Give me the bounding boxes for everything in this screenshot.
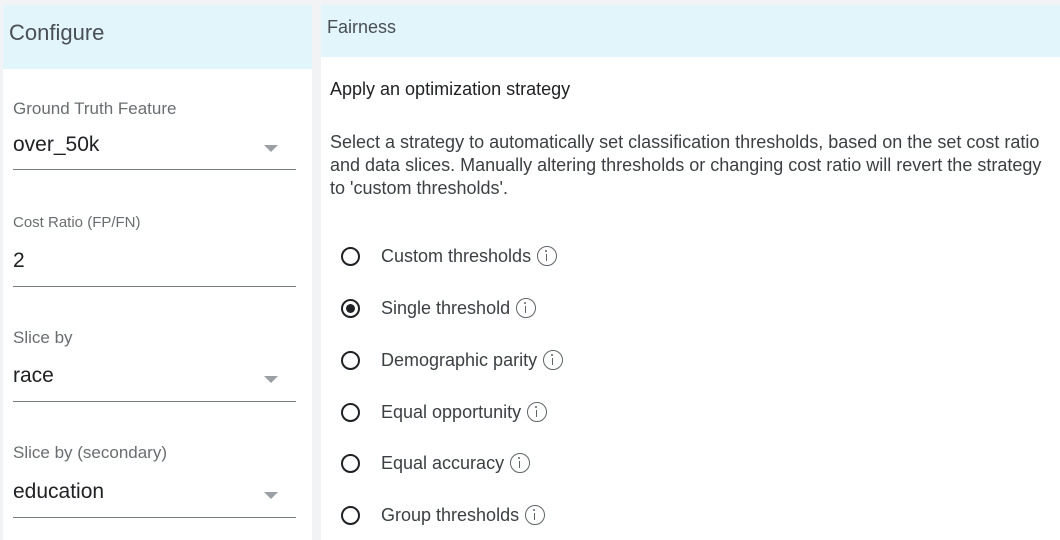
ground-truth-feature-value: over_50k (13, 133, 100, 156)
slice-by-secondary-underline (13, 517, 296, 518)
cost-ratio-field[interactable]: Cost Ratio (FP/FN) 2 (13, 210, 296, 300)
strategy-option[interactable]: Equal opportunity (341, 397, 548, 427)
info-icon[interactable] (527, 402, 548, 422)
radio-unchecked-icon[interactable] (341, 350, 360, 370)
slice-by-secondary-label: Slice by (secondary) (13, 443, 168, 462)
ground-truth-feature-underline (13, 169, 296, 170)
slice-by-underline (13, 401, 296, 402)
info-icon[interactable] (516, 298, 537, 318)
info-icon[interactable] (537, 246, 558, 266)
chevron-down-icon[interactable] (264, 145, 278, 152)
radio-unchecked-icon[interactable] (341, 453, 360, 473)
fairness-panel: Fairness Apply an optimization strategy … (321, 5, 1060, 540)
slice-by-dropdown[interactable]: Slice by race (13, 325, 296, 415)
info-icon[interactable] (525, 505, 546, 525)
ground-truth-feature-label: Ground Truth Feature (13, 99, 177, 118)
cost-ratio-label: Cost Ratio (FP/FN) (13, 214, 141, 231)
fairness-header: Fairness (321, 5, 1060, 57)
chevron-down-icon[interactable] (264, 492, 278, 499)
slice-by-label: Slice by (13, 328, 73, 347)
strategy-option-label: Single threshold (381, 297, 511, 318)
configure-header: Configure (3, 5, 312, 69)
strategy-option-label: Equal accuracy (381, 452, 505, 473)
strategy-option-label: Equal opportunity (381, 401, 522, 422)
strategy-option[interactable]: Demographic parity (341, 345, 564, 375)
strategy-option-label: Group thresholds (381, 504, 520, 525)
strategy-option[interactable]: Equal accuracy (341, 448, 531, 478)
strategy-option[interactable]: Custom thresholds (341, 241, 558, 271)
strategy-option[interactable]: Group thresholds (341, 500, 546, 530)
radio-unchecked-icon[interactable] (341, 505, 360, 525)
slice-by-secondary-dropdown[interactable]: Slice by (secondary) education (13, 440, 296, 530)
strategy-option[interactable]: Single threshold (341, 293, 537, 323)
slice-by-secondary-value: education (13, 480, 105, 503)
cost-ratio-underline (13, 286, 296, 287)
strategy-description: Select a strategy to automatically set c… (330, 132, 1042, 198)
ground-truth-feature-dropdown[interactable]: Ground Truth Feature over_50k (13, 93, 296, 183)
strategy-option-label: Custom thresholds (381, 245, 532, 266)
configure-panel: Configure Ground Truth Feature over_50k … (3, 5, 312, 540)
strategy-option-label: Demographic parity (381, 349, 538, 370)
radio-unchecked-icon[interactable] (341, 246, 360, 266)
info-icon[interactable] (510, 453, 531, 473)
radio-unchecked-icon[interactable] (341, 402, 360, 422)
slice-by-value: race (13, 364, 54, 387)
info-icon[interactable] (543, 350, 564, 370)
strategy-heading: Apply an optimization strategy (330, 79, 571, 99)
chevron-down-icon[interactable] (264, 376, 278, 383)
radio-checked-icon[interactable] (341, 298, 360, 318)
cost-ratio-value[interactable]: 2 (13, 249, 25, 273)
